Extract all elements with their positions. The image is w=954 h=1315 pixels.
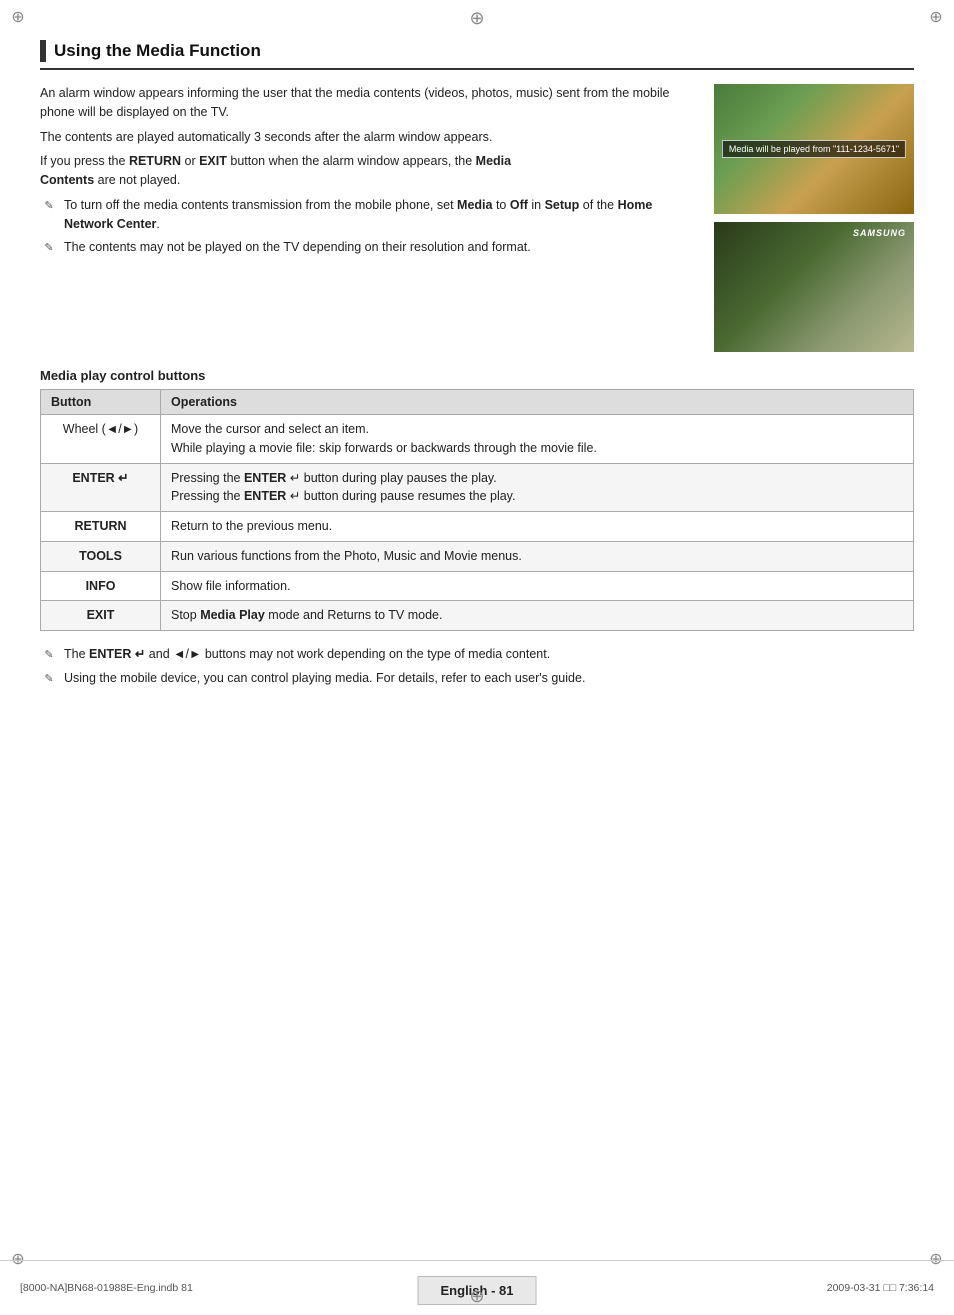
intro-para-1: An alarm window appears informing the us… — [40, 84, 694, 122]
note-text-1: To turn off the media contents transmiss… — [64, 196, 694, 234]
corner-mark-tl: ⊕ — [8, 8, 28, 28]
table-cell-operations: Stop Media Play mode and Returns to TV m… — [161, 601, 914, 631]
bottom-note-text-2: Using the mobile device, you can control… — [64, 669, 914, 688]
table-cell-button: INFO — [41, 571, 161, 601]
note-item-2: ✎ The contents may not be played on the … — [40, 238, 694, 257]
control-table: Button Operations Wheel (◄/►)Move the cu… — [40, 389, 914, 631]
table-cell-operations: Show file information. — [161, 571, 914, 601]
top-crosshair: ⊕ — [469, 8, 484, 29]
bottom-notes: ✎ The ENTER ↵ and ◄/► buttons may not wo… — [40, 645, 914, 688]
table-cell-button: Wheel (◄/►) — [41, 415, 161, 464]
intro-para-2: The contents are played automatically 3 … — [40, 128, 694, 147]
page-container: ⊕ ⊕ ⊕ ⊕ ⊕ Using the Media Function An al… — [0, 0, 954, 1315]
media-bold: Media — [476, 154, 511, 168]
note-icon-1: ✎ — [40, 197, 58, 215]
table-row: RETURNReturn to the previous menu. — [41, 512, 914, 542]
col-button: Button — [41, 390, 161, 415]
table-cell-operations: Return to the previous menu. — [161, 512, 914, 542]
main-content: Using the Media Function An alarm window… — [40, 40, 914, 1255]
table-row: ENTER ↵Pressing the ENTER ↵ button durin… — [41, 463, 914, 512]
table-cell-operations: Move the cursor and select an item.While… — [161, 415, 914, 464]
corner-mark-tr: ⊕ — [926, 8, 946, 28]
bottom-note-icon-2: ✎ — [40, 670, 58, 688]
exit-bold: EXIT — [199, 154, 227, 168]
note-text-2: The contents may not be played on the TV… — [64, 238, 694, 257]
table-cell-operations: Run various functions from the Photo, Mu… — [161, 541, 914, 571]
contents-bold: Contents — [40, 173, 94, 187]
table-cell-operations: Pressing the ENTER ↵ button during play … — [161, 463, 914, 512]
footer-right: 2009-03-31 □□ 7:36:14 — [827, 1282, 934, 1294]
content-area: An alarm window appears informing the us… — [40, 84, 914, 352]
return-bold: RETURN — [129, 154, 181, 168]
table-cell-button: ENTER ↵ — [41, 463, 161, 512]
bottom-note-1: ✎ The ENTER ↵ and ◄/► buttons may not wo… — [40, 645, 914, 664]
table-row: Wheel (◄/►)Move the cursor and select an… — [41, 415, 914, 464]
image-2: SAMSUNG — [714, 222, 914, 352]
table-cell-button: TOOLS — [41, 541, 161, 571]
col-operations: Operations — [161, 390, 914, 415]
section-title: Using the Media Function — [54, 41, 261, 61]
table-header-row: Button Operations — [41, 390, 914, 415]
tv-screen-2: SAMSUNG — [714, 222, 914, 352]
table-section: Media play control buttons Button Operat… — [40, 368, 914, 631]
bottom-note-text-1: The ENTER ↵ and ◄/► buttons may not work… — [64, 645, 914, 664]
tv-screen-1: Media will be played from "111-1234-5671… — [714, 84, 914, 214]
footer-left: [8000-NA]BN68-01988E-Eng.indb 81 — [20, 1282, 193, 1294]
section-heading-bar — [40, 40, 46, 62]
bottom-note-icon-1: ✎ — [40, 646, 58, 664]
intro-para-3: If you press the RETURN or EXIT button w… — [40, 152, 694, 190]
samsung-logo: SAMSUNG — [853, 228, 906, 238]
image-1: Media will be played from "111-1234-5671… — [714, 84, 914, 214]
table-row: INFOShow file information. — [41, 571, 914, 601]
text-column: An alarm window appears informing the us… — [40, 84, 694, 352]
table-cell-button: EXIT — [41, 601, 161, 631]
tv-overlay-text: Media will be played from "111-1234-5671… — [722, 140, 906, 158]
section-heading: Using the Media Function — [40, 40, 914, 70]
note-icon-2: ✎ — [40, 239, 58, 257]
table-heading: Media play control buttons — [40, 368, 914, 383]
bottom-note-2: ✎ Using the mobile device, you can contr… — [40, 669, 914, 688]
note-item-1: ✎ To turn off the media contents transmi… — [40, 196, 694, 234]
table-cell-button: RETURN — [41, 512, 161, 542]
images-column: Media will be played from "111-1234-5671… — [714, 84, 914, 352]
table-row: TOOLSRun various functions from the Phot… — [41, 541, 914, 571]
table-row: EXITStop Media Play mode and Returns to … — [41, 601, 914, 631]
bottom-crosshair: ⊕ — [469, 1286, 484, 1307]
